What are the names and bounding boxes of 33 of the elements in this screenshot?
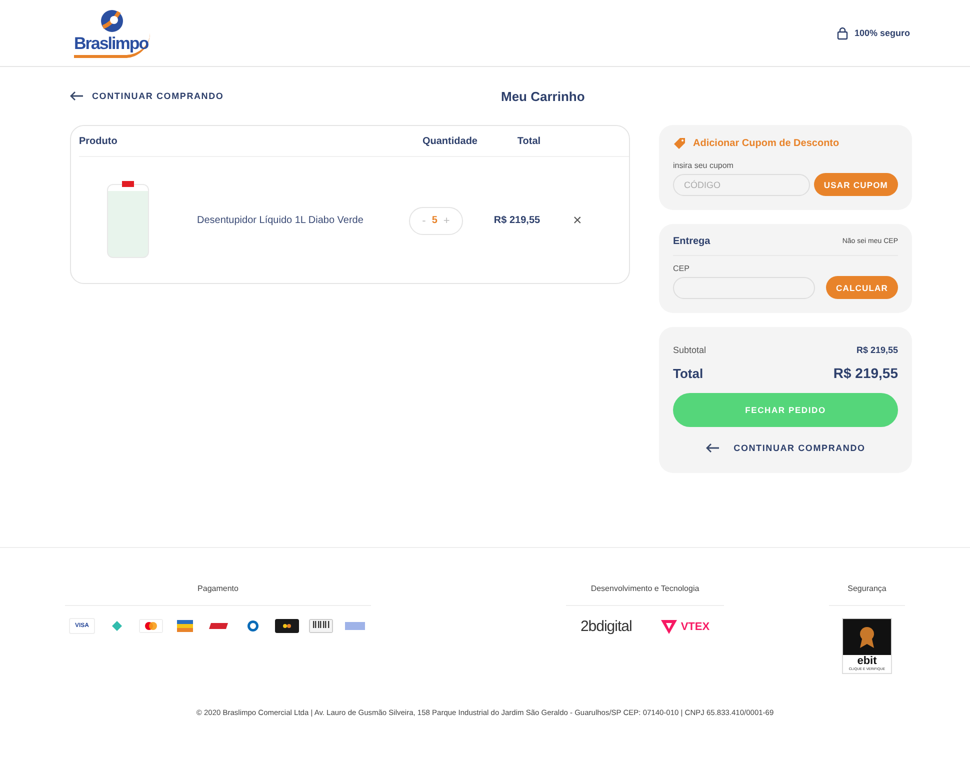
column-header: Total [516, 136, 542, 146]
continue-shopping-link[interactable]: CONTINUAR COMPRANDO [706, 443, 866, 453]
subtotal-value: R$ 219,55 [856, 345, 898, 355]
item-total: R$ 219,55 [492, 215, 542, 226]
shipping-title: Entrega [673, 236, 710, 247]
column-header: Quantidade [421, 136, 478, 146]
remove-button[interactable]: × [573, 212, 582, 229]
circles-card-icon [139, 619, 163, 633]
dark-card-icon [275, 619, 299, 633]
continue-shopping-link[interactable]: CONTINUAR COMPRANDO [70, 91, 224, 101]
subtotal-label: Subtotal [673, 345, 706, 355]
page-title: Meu Carrinho [501, 88, 585, 104]
arrow-left-icon [70, 91, 84, 101]
security-heading: Segurança [829, 584, 905, 606]
total-label: Total [673, 366, 704, 380]
quantity-value: 5 [432, 215, 438, 226]
arrow-left-icon [706, 443, 720, 453]
technology-heading: Desenvolvimento e Tecnologia [566, 584, 724, 606]
developer-logo: 2bdigital [580, 618, 632, 635]
lock-icon [837, 26, 848, 40]
product-name[interactable]: Desentupidor Líquido 1L Diabo Verde [197, 215, 385, 226]
security-label: 100% seguro [854, 28, 910, 38]
coupon-label: insira seu cupom [673, 161, 734, 170]
coupon-field[interactable]: CÓDIGO [673, 174, 810, 196]
zip-label: CEP [673, 264, 690, 273]
store-logo[interactable]: Braslimpo [70, 8, 154, 58]
plain-card-icon [343, 619, 367, 633]
platform-logo: VTEX [660, 618, 710, 634]
column-header: Produto [79, 136, 118, 146]
total-value: R$ 219,55 [833, 365, 898, 381]
payment-heading: Pagamento [65, 584, 371, 606]
barcode-icon [309, 619, 333, 633]
tag-icon [673, 137, 687, 149]
